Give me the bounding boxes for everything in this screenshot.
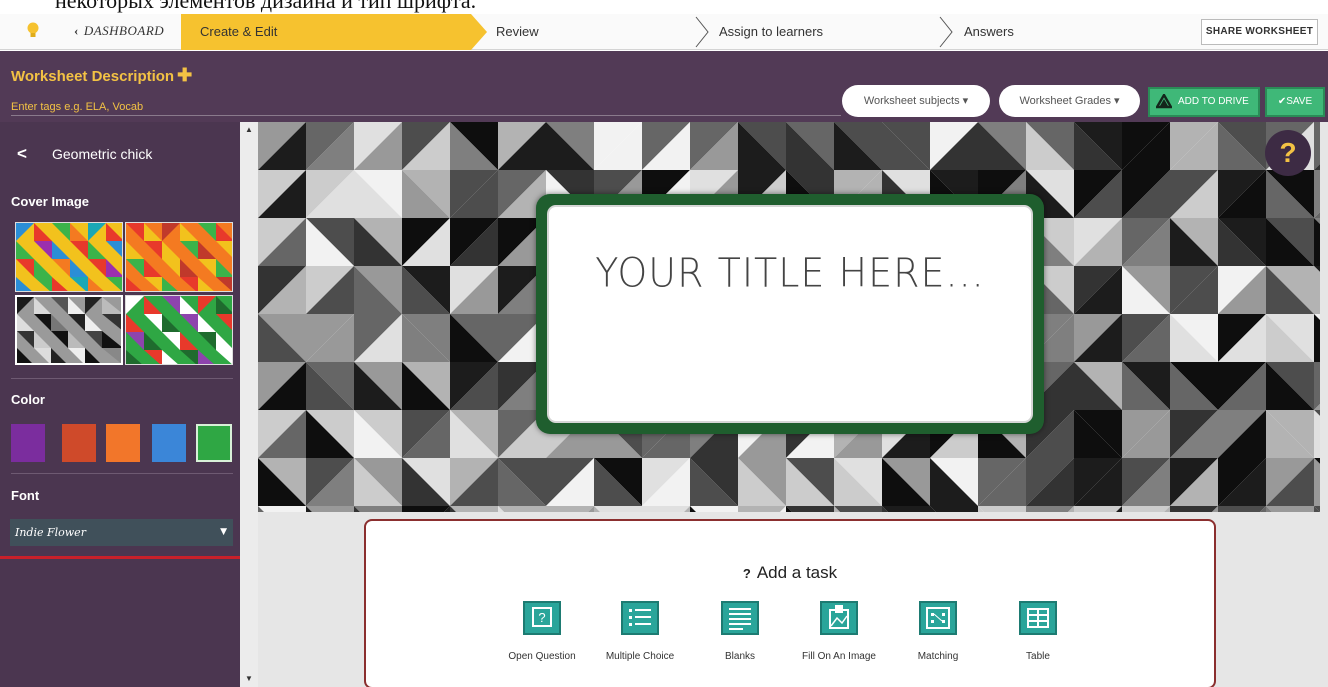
color-swatch-purple[interactable] <box>11 424 45 462</box>
step-divider-icon <box>939 16 953 48</box>
worksheet-title[interactable]: YOUR TITLE HERE... <box>549 250 1031 296</box>
task-fill-on-image[interactable]: Fill On An Image <box>789 601 889 662</box>
save-button[interactable]: ✔SAVE <box>1265 87 1325 117</box>
task-multiple-choice[interactable]: Multiple Choice <box>590 601 690 662</box>
scrollbar[interactable]: ▲ ▼ <box>240 122 258 687</box>
scroll-down-icon[interactable]: ▼ <box>245 674 253 683</box>
theme-sidebar: < Geometric chick Cover Image Color Font… <box>0 122 240 687</box>
step-divider-icon <box>695 16 709 48</box>
cover-image-grid <box>15 222 235 367</box>
fill-on-image-icon <box>820 601 858 635</box>
step-answers[interactable]: Answers <box>964 14 1014 50</box>
add-to-drive-label: ADD TO DRIVE <box>1178 96 1249 107</box>
color-swatch-orange[interactable] <box>106 424 140 462</box>
theme-title: Geometric chick <box>52 146 153 162</box>
table-icon <box>1019 601 1057 635</box>
open-question-icon: ? <box>523 601 561 635</box>
color-heading: Color <box>11 392 45 407</box>
step-label: Create & Edit <box>200 24 278 39</box>
step-review[interactable]: Review <box>496 14 539 50</box>
worksheet-grades-dropdown[interactable]: Worksheet Grades ▾ <box>999 85 1140 117</box>
caret-down-icon: ▼ <box>220 527 227 537</box>
worksheet-subjects-dropdown[interactable]: Worksheet subjects ▾ <box>842 85 990 117</box>
step-label: Assign to learners <box>719 24 824 39</box>
worksheet-description-button[interactable]: Worksheet Description ✚ <box>11 65 192 86</box>
task-open-question[interactable]: ? Open Question <box>492 601 592 662</box>
cover-thumb-pattern <box>16 223 122 291</box>
task-matching[interactable]: Matching <box>888 601 988 662</box>
share-worksheet-button[interactable]: SHARE WORKSHEET <box>1201 19 1318 45</box>
blanks-icon <box>721 601 759 635</box>
sidebar-divider <box>11 473 233 474</box>
step-assign[interactable]: Assign to learners <box>719 14 823 50</box>
color-swatch-green-selected[interactable] <box>196 424 232 462</box>
add-to-drive-button[interactable]: ADD TO DRIVE <box>1148 87 1260 117</box>
color-swatch-blue[interactable] <box>152 424 186 462</box>
highlight-underline <box>0 556 240 559</box>
add-task-heading: ? Add a task <box>366 563 1214 583</box>
lightbulb-icon[interactable] <box>26 22 40 40</box>
font-heading: Font <box>11 488 40 503</box>
chevron-left-icon: ‹ <box>74 23 79 38</box>
cover-thumb-pattern <box>126 223 232 291</box>
google-drive-icon <box>1156 94 1172 109</box>
step-arrow <box>471 14 487 50</box>
font-select[interactable]: Indie Flower ▼ <box>10 519 233 546</box>
title-frame: YOUR TITLE HERE... <box>536 194 1044 434</box>
step-label: Answers <box>964 24 1014 39</box>
back-arrow-icon[interactable]: < <box>17 144 27 164</box>
dashboard-label: DASHBOARD <box>83 23 165 38</box>
worksheet-description-label: Worksheet Description <box>11 68 175 85</box>
plus-icon: ✚ <box>177 65 193 85</box>
cover-thumb-pattern <box>126 296 232 364</box>
task-label: Table <box>1026 651 1050 662</box>
svg-text:?: ? <box>538 610 545 625</box>
cover-thumb-pattern <box>17 297 121 363</box>
canvas-edge <box>1320 122 1328 512</box>
top-nav: ‹ DASHBOARD Create & Edit Review Assign t… <box>0 14 1328 50</box>
help-button[interactable]: ? <box>1265 130 1311 176</box>
add-task-card: ? Add a task ? Open Question Multiple Cho… <box>364 519 1216 687</box>
multiple-choice-icon <box>621 601 659 635</box>
task-label: Blanks <box>724 651 755 662</box>
add-task-label: Add a task <box>756 563 838 582</box>
task-blanks[interactable]: Blanks <box>690 601 790 662</box>
color-swatch-red[interactable] <box>62 424 96 462</box>
matching-icon <box>919 601 957 635</box>
font-select-value: Indie Flower <box>15 526 86 539</box>
task-label: Open Question <box>508 651 576 662</box>
step-label: Review <box>496 24 539 39</box>
task-label: Multiple Choice <box>605 651 675 662</box>
cover-image-heading: Cover Image <box>11 194 90 209</box>
task-table[interactable]: Table <box>988 601 1088 662</box>
dashboard-link[interactable]: ‹ DASHBOARD <box>74 23 164 39</box>
worksheet-header: Worksheet Description ✚ Enter tags e.g. E… <box>0 51 1328 122</box>
sidebar-divider <box>11 378 233 379</box>
tags-input[interactable]: Enter tags e.g. ELA, Vocab <box>11 101 841 116</box>
cover-thumb-colorful-1[interactable] <box>15 222 123 292</box>
step-create-edit[interactable]: Create & Edit <box>181 14 471 50</box>
app-root: некоторых элементов дизайна и тип шрифта… <box>0 0 1328 687</box>
scroll-up-icon[interactable]: ▲ <box>245 125 253 134</box>
cover-thumb-geometric-selected[interactable] <box>15 295 123 365</box>
cover-thumb-colorful-3[interactable] <box>125 295 233 365</box>
title-box[interactable]: YOUR TITLE HERE... <box>547 205 1033 423</box>
task-label: Matching <box>917 651 959 662</box>
page-caption: некоторых элементов дизайна и тип шрифта… <box>55 0 477 13</box>
question-mark-icon: ? <box>742 566 751 581</box>
task-label: Fill On An Image <box>802 651 876 662</box>
cover-thumb-colorful-2[interactable] <box>125 222 233 292</box>
